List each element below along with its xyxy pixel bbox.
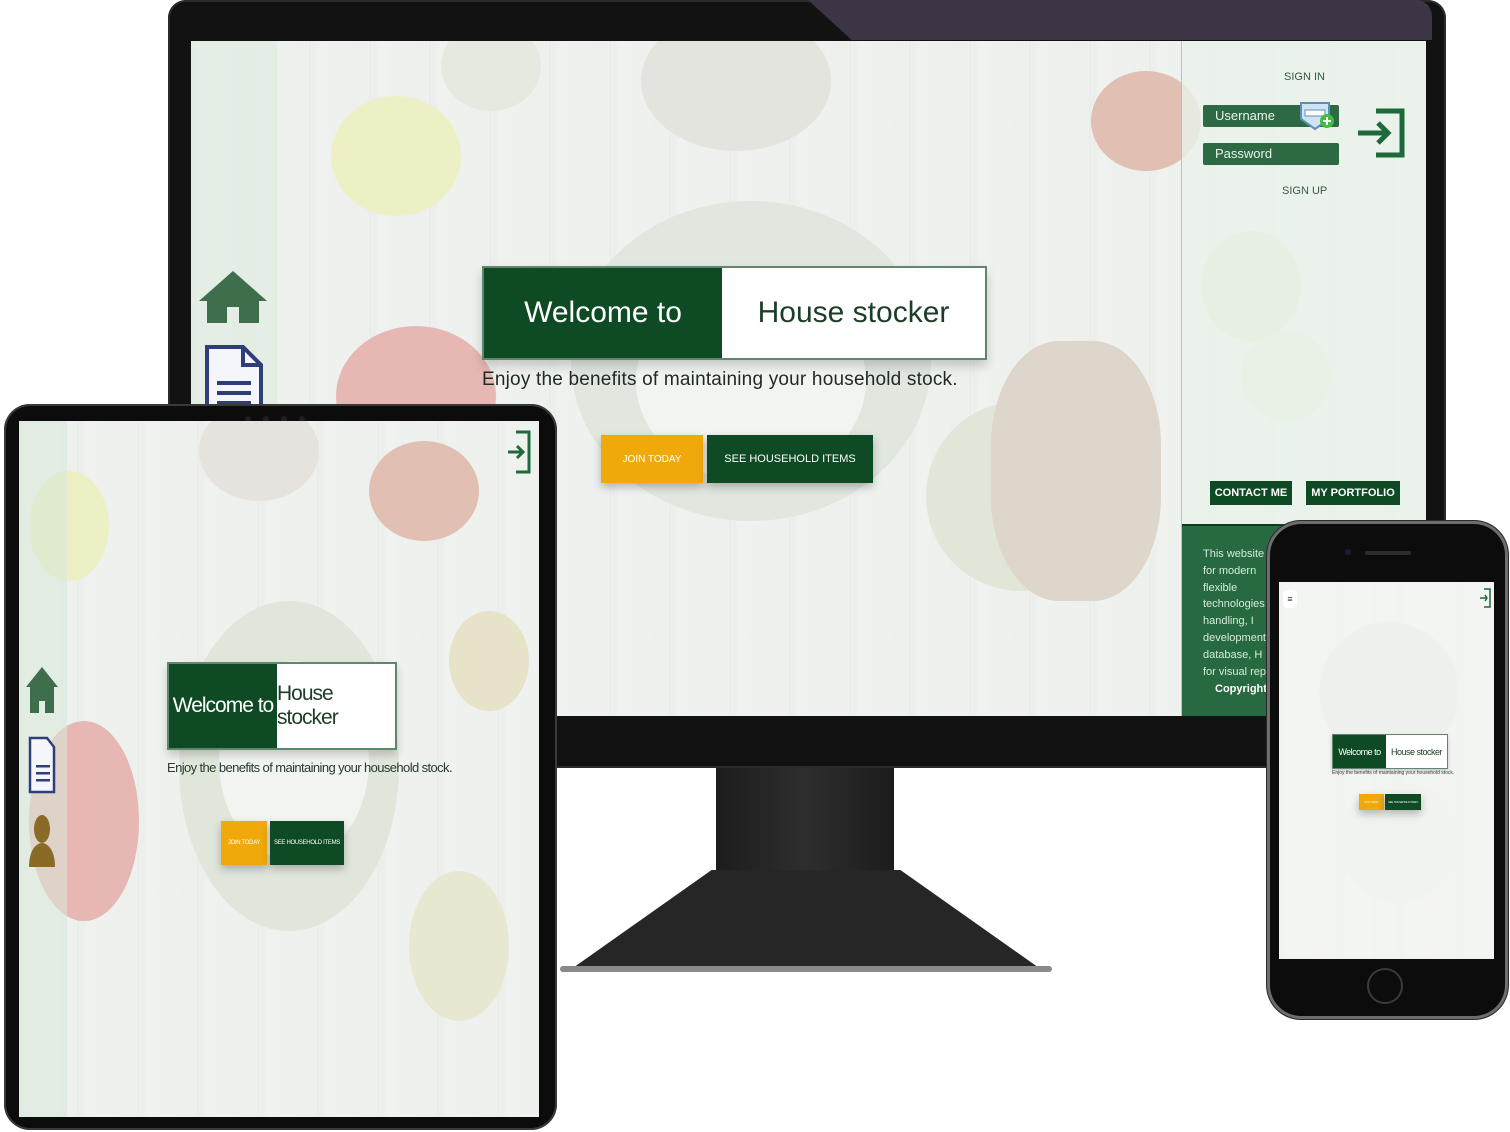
hero-title-welcome: Welcome to — [1333, 735, 1386, 768]
login-icon[interactable] — [506, 429, 532, 475]
my-portfolio-button[interactable]: MY PORTFOLIO — [1306, 481, 1400, 505]
login-icon[interactable] — [1479, 588, 1491, 608]
document-icon[interactable] — [27, 735, 57, 795]
keypad-add-icon — [1300, 102, 1334, 131]
footer-copyright: Copyright — [1215, 683, 1267, 695]
menu-icon[interactable]: ≡ — [1283, 590, 1297, 608]
see-household-items-button[interactable]: SEE HOUSEHOLD ITEMS — [1385, 794, 1421, 810]
person-icon[interactable] — [25, 813, 59, 869]
monitor-top-strip — [808, 0, 1432, 40]
hero-title-name: House stocker — [722, 268, 985, 358]
phone-home-button[interactable] — [1367, 968, 1403, 1004]
hero-tagline: Enjoy the benefits of maintaining your h… — [1332, 770, 1455, 776]
hero-title-name: House stocker — [277, 664, 395, 748]
join-today-button[interactable]: JOIN TODAY — [221, 821, 267, 865]
monitor-stand-base — [570, 870, 1042, 970]
phone-camera — [1345, 549, 1351, 555]
login-icon[interactable] — [1354, 107, 1406, 159]
hero-title-welcome: Welcome to — [169, 664, 277, 748]
hero-title: Welcome to House stocker — [482, 266, 987, 360]
see-household-items-button[interactable]: SEE HOUSEHOLD ITEMS — [270, 821, 344, 865]
tablet-camera — [245, 409, 321, 422]
hero-title: Welcome to House stocker — [167, 662, 397, 750]
home-icon[interactable] — [25, 665, 59, 715]
contact-me-button[interactable]: CONTACT ME — [1210, 481, 1292, 505]
join-today-button[interactable]: JOIN TODAY — [1359, 794, 1384, 810]
hero-tagline: Enjoy the benefits of maintaining your h… — [482, 369, 958, 390]
join-today-button[interactable]: JOIN TODAY — [601, 435, 703, 483]
hero-tagline: Enjoy the benefits of maintaining your h… — [167, 760, 453, 775]
sign-in-link[interactable]: SIGN IN — [1284, 71, 1325, 83]
password-field[interactable]: Password — [1203, 143, 1339, 165]
phone-speaker — [1365, 551, 1411, 555]
see-household-items-button[interactable]: SEE HOUSEHOLD ITEMS — [707, 435, 873, 483]
tablet-sidebar — [19, 421, 67, 1117]
phone-screen: ≡ Welcome to House stocker Enjoy the ben… — [1279, 582, 1494, 959]
hero-title-welcome: Welcome to — [484, 268, 722, 358]
monitor-stand-shadow — [560, 966, 1052, 972]
home-icon[interactable] — [197, 269, 269, 325]
tablet-screen: Welcome to House stocker Enjoy the benef… — [19, 421, 539, 1117]
hero-title: Welcome to House stocker — [1332, 734, 1448, 769]
hero-title-name: House stocker — [1386, 735, 1447, 768]
monitor-stand-neck — [716, 768, 894, 878]
sign-up-link[interactable]: SIGN UP — [1282, 185, 1327, 197]
